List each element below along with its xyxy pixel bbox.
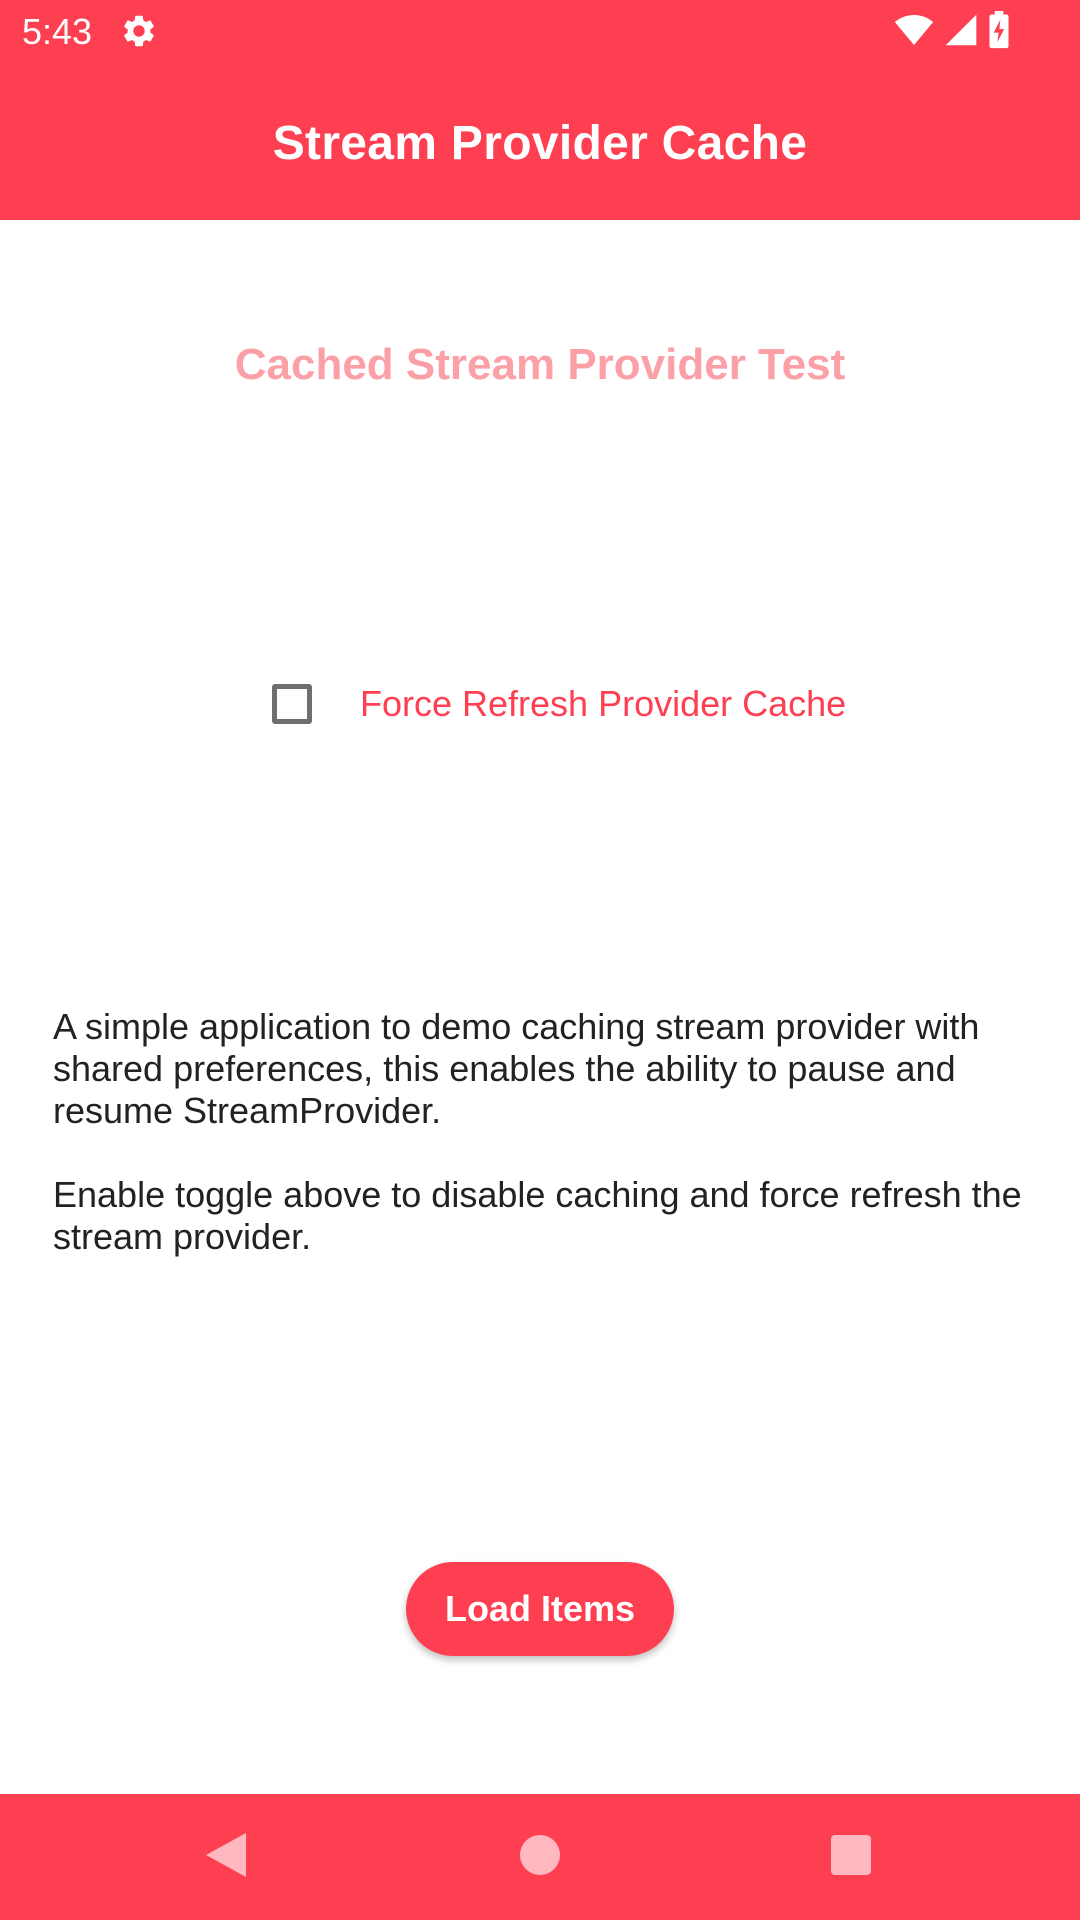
description-text: A simple application to demo caching str… bbox=[53, 1006, 1033, 1300]
app-screen: 5:43 Stream Provider Cache Cached Stream… bbox=[0, 0, 1080, 1920]
force-refresh-row[interactable]: Force Refresh Provider Cache bbox=[272, 678, 846, 730]
status-time: 5:43 bbox=[22, 11, 93, 52]
home-button[interactable] bbox=[480, 1794, 600, 1920]
description-paragraph-2: Enable toggle above to disable caching a… bbox=[53, 1174, 1022, 1257]
load-items-button[interactable]: Load Items bbox=[406, 1562, 674, 1656]
app-bar: Stream Provider Cache bbox=[0, 66, 1080, 220]
app-title: Stream Provider Cache bbox=[272, 116, 808, 170]
status-bar: 5:43 bbox=[0, 0, 1080, 66]
back-icon bbox=[204, 1831, 248, 1884]
home-icon bbox=[520, 1834, 560, 1880]
page-heading: Cached Stream Provider Test bbox=[234, 340, 846, 389]
recents-button[interactable] bbox=[791, 1794, 911, 1920]
navigation-bar bbox=[0, 1794, 1080, 1920]
force-refresh-checkbox[interactable] bbox=[272, 684, 312, 724]
battery-charging-icon bbox=[988, 10, 1010, 54]
status-icons bbox=[894, 10, 1010, 54]
settings-icon bbox=[120, 12, 158, 50]
description-paragraph-1: A simple application to demo caching str… bbox=[53, 1006, 980, 1131]
back-button[interactable] bbox=[166, 1794, 286, 1920]
wifi-icon bbox=[894, 13, 934, 52]
recents-icon bbox=[831, 1834, 871, 1880]
cellular-signal-icon bbox=[944, 13, 978, 52]
force-refresh-label[interactable]: Force Refresh Provider Cache bbox=[360, 683, 846, 725]
